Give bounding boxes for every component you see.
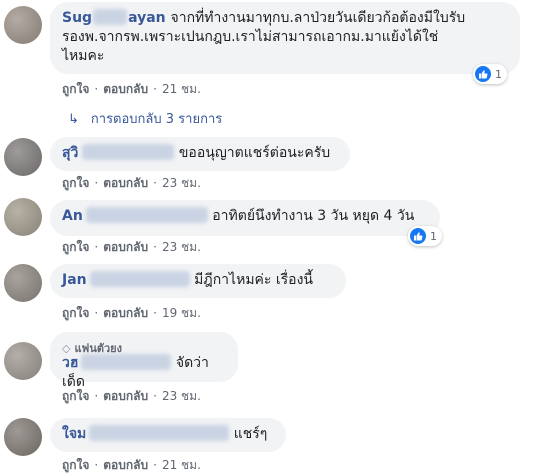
like-link[interactable]: ถูกใจ <box>62 306 89 320</box>
comment-bubble: Sug ayan จากที่ทำงานมาทุกบ.ลาป่วยวันเดียว… <box>50 2 520 74</box>
fan-badge: ◇ แฟนตัวยง <box>62 342 123 355</box>
comment-actions: ถูกใจ · ตอบกลับ · 19 ชม. <box>62 306 201 320</box>
reply-link[interactable]: ตอบกลับ <box>103 389 148 403</box>
comment-actions: ถูกใจ · ตอบกลับ · 23 ชม. <box>62 240 201 254</box>
like-link[interactable]: ถูกใจ <box>62 240 89 254</box>
reply-link[interactable]: ตอบกลับ <box>103 240 148 254</box>
commenter-name[interactable]: Sug ayan <box>62 9 171 26</box>
avatar[interactable] <box>4 418 42 456</box>
avatar[interactable] <box>4 138 42 176</box>
timestamp[interactable]: 19 ชม. <box>162 306 201 320</box>
comment-text: ไหมคะ <box>62 48 105 64</box>
comment-text: จากที่ทำงานมาทุกบ.ลาป่วยวันเดียวก้อต้องม… <box>170 10 466 26</box>
reaction-count[interactable]: 1 <box>473 64 507 84</box>
avatar[interactable] <box>4 198 42 236</box>
reply-link[interactable]: ตอบกลับ <box>103 82 148 96</box>
comment-actions: ถูกใจ · ตอบกลับ · 21 ชม. <box>62 82 201 96</box>
commenter-name[interactable]: วฮ <box>62 354 172 371</box>
comment-actions: ถูกใจ · ตอบกลับ · 23 ชม. <box>62 389 201 403</box>
comment-actions: ถูกใจ · ตอบกลับ · 21 ชม. <box>62 458 201 472</box>
like-reaction-icon <box>410 228 426 244</box>
avatar[interactable] <box>4 6 42 44</box>
reaction-count[interactable]: 1 <box>408 226 442 246</box>
like-link[interactable]: ถูกใจ <box>62 82 89 96</box>
commenter-name[interactable]: Jan <box>62 271 190 288</box>
timestamp[interactable]: 21 ชม. <box>162 458 201 472</box>
timestamp[interactable]: 21 ชม. <box>162 82 201 96</box>
commenter-name[interactable]: An <box>62 207 208 224</box>
avatar[interactable] <box>4 342 42 380</box>
comment-bubble: สุวิ ขออนุญาตแชร์ต่อนะครับ <box>50 137 350 171</box>
view-replies-link[interactable]: ↳ การตอบกลับ 3 รายการ <box>68 108 222 129</box>
reply-link[interactable]: ตอบกลับ <box>103 176 148 190</box>
diamond-icon: ◇ <box>62 342 71 355</box>
timestamp[interactable]: 23 ชม. <box>162 389 201 403</box>
avatar[interactable] <box>4 264 42 302</box>
timestamp[interactable]: 23 ชม. <box>162 240 201 254</box>
reply-arrow-icon: ↳ <box>68 112 79 127</box>
comment-bubble: An อาทิตย์นึงทำงาน 3 วัน หยุด 4 วัน <box>50 200 440 236</box>
like-link[interactable]: ถูกใจ <box>62 389 89 403</box>
like-reaction-icon <box>475 66 491 82</box>
timestamp[interactable]: 23 ชม. <box>162 176 201 190</box>
comment-text: อาทิตย์นึงทำงาน 3 วัน หยุด 4 วัน <box>212 208 415 224</box>
commenter-name[interactable]: ใจม <box>62 425 230 442</box>
comment-text: มีฎีกาไหมค่ะ เรื่องนี้ <box>194 272 313 288</box>
comment-text: รองพ.จากรพ.เพราะเปนกฎบ.เราไม่สามารถเอากม… <box>62 29 439 45</box>
comment-text: แชร์ๆ <box>233 426 268 442</box>
commenter-name[interactable]: สุวิ <box>62 144 175 161</box>
like-link[interactable]: ถูกใจ <box>62 176 89 190</box>
reply-link[interactable]: ตอบกลับ <box>103 458 148 472</box>
comment-bubble: Jan มีฎีกาไหมค่ะ เรื่องนี้ <box>50 264 346 298</box>
comment-text: ขออนุญาตแชร์ต่อนะครับ <box>178 145 331 161</box>
comment-actions: ถูกใจ · ตอบกลับ · 23 ชม. <box>62 176 201 190</box>
like-link[interactable]: ถูกใจ <box>62 458 89 472</box>
reply-link[interactable]: ตอบกลับ <box>103 306 148 320</box>
comment-bubble: ใจม แชร์ๆ <box>50 418 286 452</box>
